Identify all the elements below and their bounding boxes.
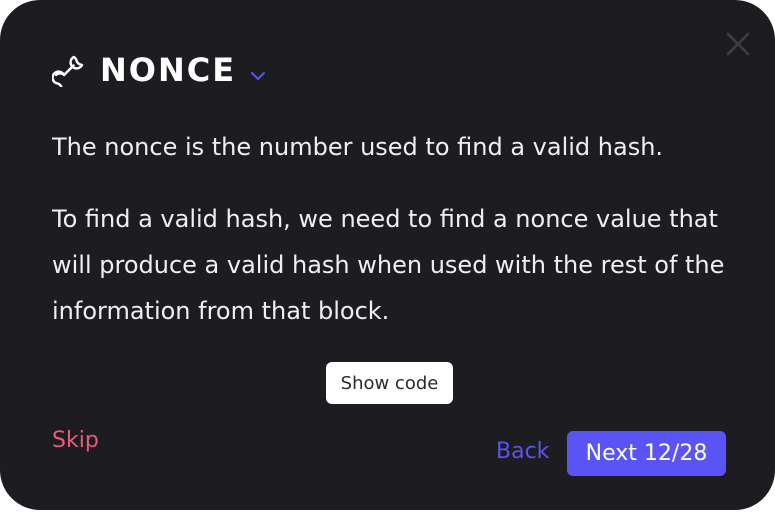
- modal-title: NONCE: [100, 51, 237, 89]
- tutorial-modal: NONCE The nonce is the number used to fi…: [0, 0, 775, 510]
- chevron-down-icon[interactable]: [250, 70, 266, 82]
- modal-header: NONCE: [52, 48, 266, 92]
- show-code-button[interactable]: Show code: [326, 362, 453, 404]
- description-paragraph: To find a valid hash, we need to find a …: [52, 205, 725, 325]
- back-button[interactable]: Back: [496, 439, 549, 464]
- next-button[interactable]: Next 12/28: [567, 431, 726, 476]
- wrench-icon: [52, 55, 84, 87]
- skip-link[interactable]: Skip: [52, 428, 99, 453]
- description-paragraph: The nonce is the number used to find a v…: [52, 133, 664, 161]
- close-icon[interactable]: [724, 30, 752, 58]
